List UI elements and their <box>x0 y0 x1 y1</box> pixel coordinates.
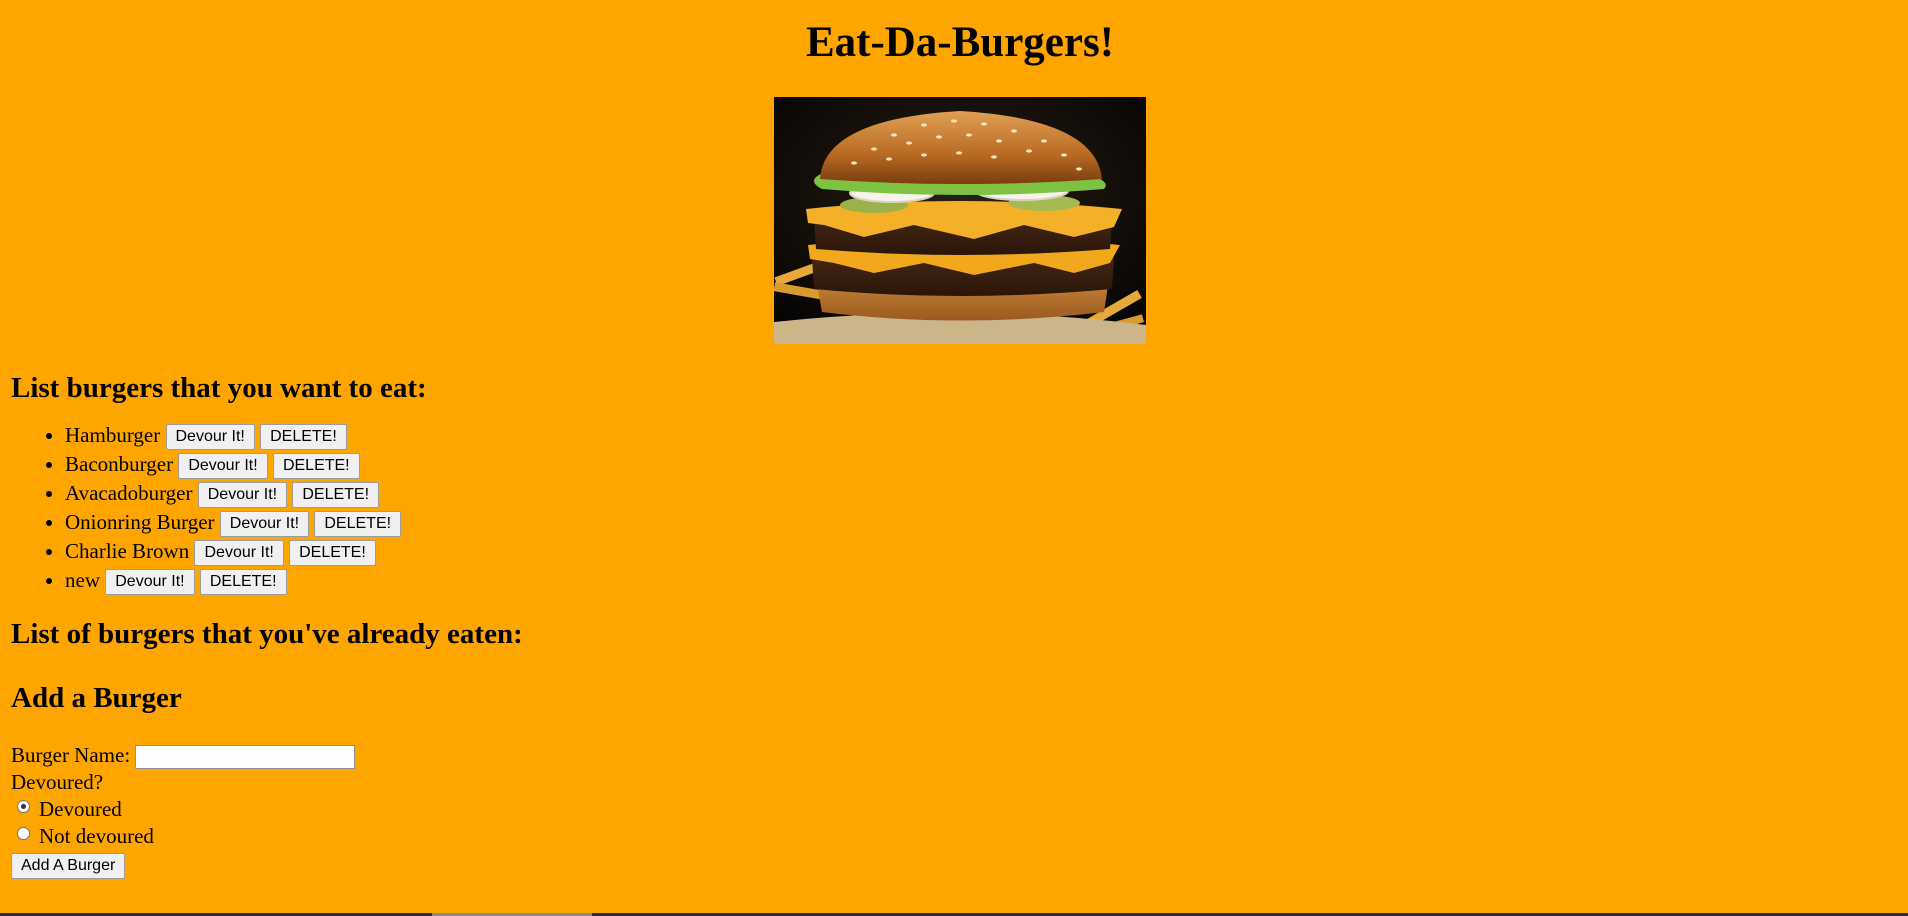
delete-button[interactable]: DELETE! <box>289 540 376 567</box>
page-title: Eat-Da-Burgers! <box>805 19 1115 66</box>
burger-name: Charlie Brown <box>65 539 190 563</box>
burger-name: new <box>65 568 100 592</box>
not-devoured-option[interactable]: Not devoured <box>11 823 1908 850</box>
list-item: Baconburger Devour It! DELETE! <box>65 450 1908 480</box>
burger-name-label: Burger Name: <box>11 743 131 767</box>
list-item: Charlie Brown Devour It! DELETE! <box>65 537 1908 567</box>
list-item: Onionring Burger Devour It! DELETE! <box>65 508 1908 538</box>
burger-name-row: Burger Name: <box>11 742 1908 770</box>
devour-button[interactable]: Devour It! <box>194 540 284 567</box>
delete-button[interactable]: DELETE! <box>292 482 380 509</box>
list-item: Avacadoburger Devour It! DELETE! <box>65 479 1908 509</box>
devour-button[interactable]: Devour It! <box>165 424 255 451</box>
not-devoured-option-label: Not devoured <box>39 824 154 849</box>
main-content: List burgers that you want to eat: Hambu… <box>11 368 1908 880</box>
add-burger-button[interactable]: Add A Burger <box>11 853 126 880</box>
burger-name: Onionring Burger <box>65 510 215 534</box>
list-item: new Devour It! DELETE! <box>65 566 1908 596</box>
devour-button[interactable]: Devour It! <box>105 569 195 596</box>
devoured-label: Devoured? <box>11 770 104 795</box>
not-devoured-radio[interactable] <box>17 827 30 841</box>
delete-button[interactable]: DELETE! <box>260 424 347 451</box>
page: Eat-Da-Burgers! List burgers that you wa… <box>0 0 1908 916</box>
devoured-option[interactable]: Devoured <box>11 796 1908 823</box>
delete-button[interactable]: DELETE! <box>314 511 402 538</box>
burger-name: Baconburger <box>65 452 174 476</box>
add-burger-form: Burger Name: Devoured? Devoured Not devo… <box>11 742 1908 880</box>
delete-button[interactable]: DELETE! <box>199 569 287 596</box>
add-burger-heading: Add a Burger <box>11 682 182 714</box>
burger-name: Avacadoburger <box>65 481 193 505</box>
devour-button[interactable]: Devour It! <box>219 511 310 538</box>
list-item: Hamburger Devour It! DELETE! <box>65 421 1908 451</box>
devoured-option-label: Devoured <box>39 797 122 822</box>
delete-button[interactable]: DELETE! <box>272 453 360 480</box>
devour-button[interactable]: Devour It! <box>197 482 288 509</box>
eaten-heading: List of burgers that you've already eate… <box>11 618 523 650</box>
want-to-eat-list: Hamburger Devour It! DELETE! Baconburger… <box>11 421 1908 596</box>
burger-name: Hamburger <box>65 423 161 447</box>
burger-name-input[interactable] <box>135 745 356 770</box>
want-to-eat-heading: List burgers that you want to eat: <box>11 372 427 404</box>
burger-image <box>774 97 1146 344</box>
devoured-radio[interactable] <box>17 800 30 814</box>
devour-button[interactable]: Devour It! <box>178 453 268 480</box>
